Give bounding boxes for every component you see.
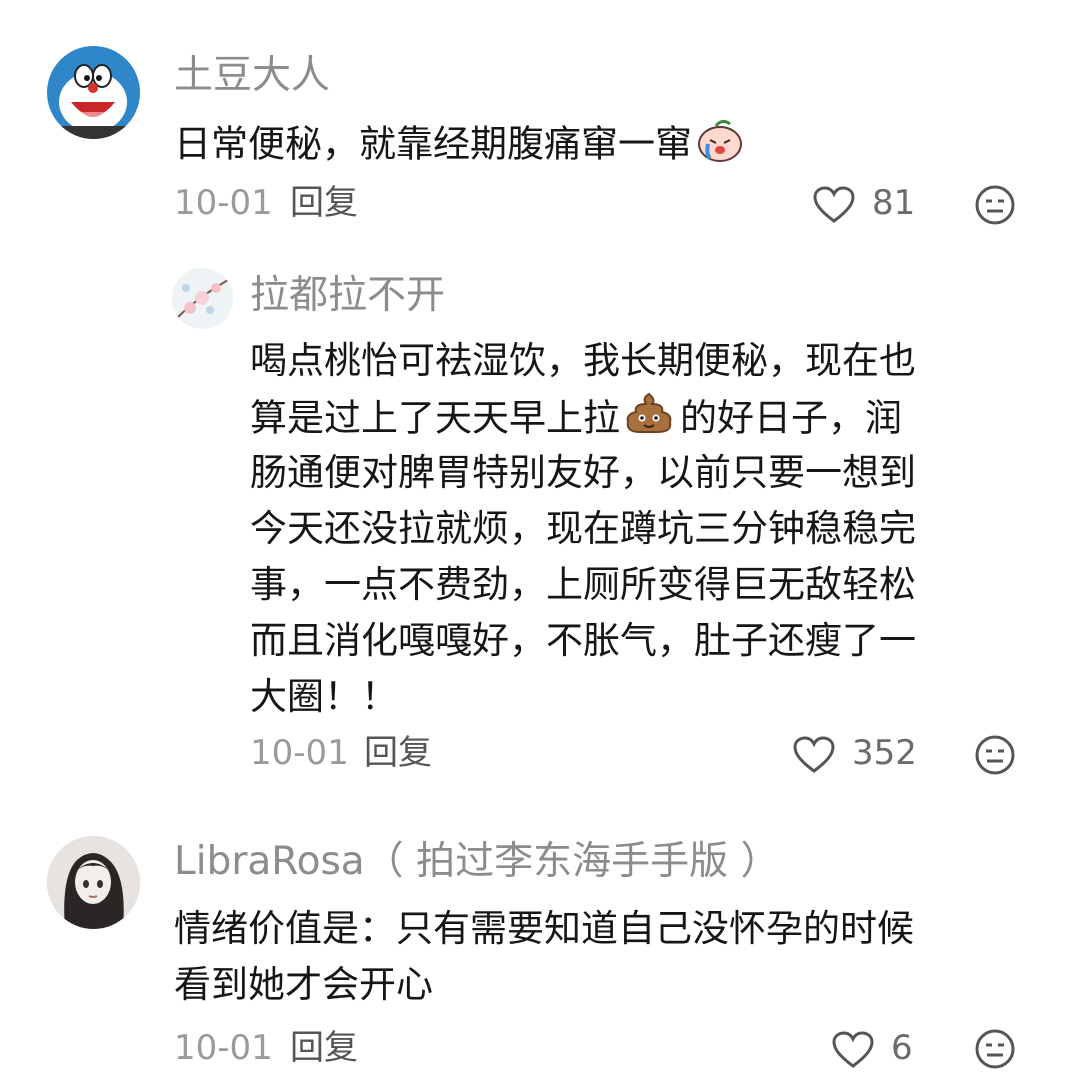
anime-girl-avatar-icon [47,836,140,929]
avatar[interactable] [47,836,140,929]
like-count: 6 [891,1028,913,1068]
avatar[interactable] [47,46,140,139]
dislike-face-icon[interactable] [974,184,1016,226]
dislike-face-icon[interactable] [974,734,1016,776]
comment-text: 日常便秘，就靠经期腹痛窜一窜 [174,119,744,168]
username[interactable]: 土豆大人 [174,56,330,95]
like-count: 352 [852,733,917,773]
comment-text-line: 算是过上了天天早上拉 的好日子，润 [250,392,902,442]
username[interactable]: 拉都拉不开 [250,276,445,315]
crying-peach-emoji-icon [696,118,744,168]
reply-button[interactable]: 回复 [364,736,432,770]
doraemon-avatar-icon [47,46,140,139]
reply-button[interactable]: 回复 [290,1031,358,1065]
comment-date: 10-01 [250,733,349,773]
blossom-avatar-icon [172,268,233,329]
dislike-face-icon[interactable] [974,1028,1016,1070]
comment-text-line: 大圈！！ [250,675,398,718]
comment-text-line: 事，一点不费劲，上厕所变得巨无敌轻松 [250,563,916,606]
heart-icon[interactable] [832,1031,874,1069]
reply-button[interactable]: 回复 [290,186,358,220]
comment-date: 10-01 [174,183,273,223]
comment-text-line: 日常便秘，就靠经期腹痛窜一窜 [174,122,692,166]
comment-text-line: 肠通便对脾胃特别友好，以前只要一想到 [250,451,916,494]
poop-emoji-icon [624,390,674,442]
comment-text-line: 今天还没拉就烦，现在蹲坑三分钟稳稳完 [250,507,916,550]
username[interactable]: LibraRosa（ 拍过李东海手手版 ） [174,842,779,881]
comment-date: 10-01 [174,1028,273,1068]
comment-text-line: 而且消化嘎嘎好，不胀气，肚子还瘦了一 [250,619,916,662]
heart-icon[interactable] [813,186,855,224]
heart-icon[interactable] [793,736,835,774]
avatar[interactable] [172,268,233,329]
comment-text-line: 情绪价值是：只有需要知道自己没怀孕的时候 [174,907,914,950]
comment-text-line: 看到她才会开心 [174,963,433,1006]
like-count: 81 [872,183,916,223]
comment-text-line: 喝点桃怡可祛湿饮，我长期便秘，现在也 [250,339,916,382]
